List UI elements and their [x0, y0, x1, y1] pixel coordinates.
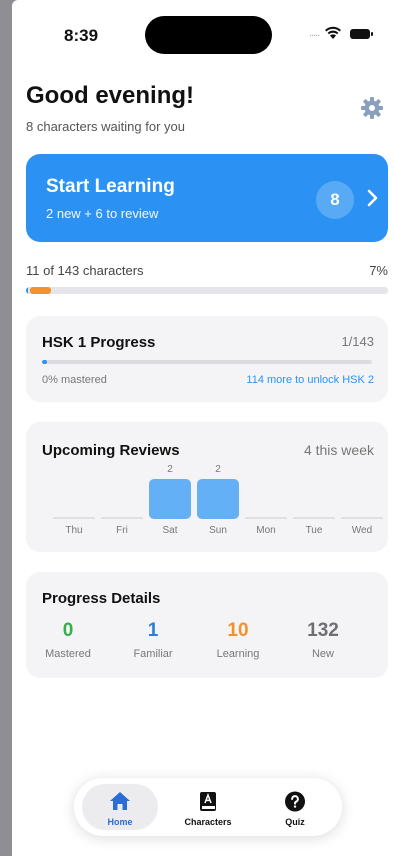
- hsk-unlock-link[interactable]: 114 more to unlock HSK 2: [246, 374, 374, 386]
- overall-progress-learning-fill: [30, 287, 51, 294]
- review-day-label: Wed: [351, 525, 373, 536]
- overall-progress-mastered-fill: [26, 287, 28, 294]
- tab-characters[interactable]: Characters: [170, 784, 246, 830]
- review-day-bar: [197, 479, 239, 519]
- start-learning-subtitle: 2 new + 6 to review: [46, 206, 159, 221]
- review-day-column: Mon: [244, 462, 288, 548]
- tab-home[interactable]: Home: [82, 784, 158, 830]
- upcoming-reviews-title: Upcoming Reviews: [42, 442, 180, 459]
- review-day-column: Fri: [100, 462, 144, 548]
- review-day-baseline: [53, 517, 95, 519]
- hsk-progress-fill: [42, 360, 47, 364]
- review-day-label: Sun: [209, 525, 227, 536]
- stat-familiar: 1 Familiar: [117, 620, 189, 660]
- review-day-label: Thu: [65, 525, 83, 536]
- home-icon: [110, 792, 130, 810]
- tab-home-label: Home: [107, 817, 133, 827]
- overall-progress-percent: 7%: [369, 263, 388, 278]
- start-learning-button[interactable]: Start Learning 2 new + 6 to review 8: [26, 154, 388, 242]
- greeting-title: Good evening!: [26, 82, 194, 109]
- stat-mastered: 0 Mastered: [32, 620, 104, 660]
- review-day-count: 2: [215, 464, 221, 475]
- review-day-baseline: [245, 517, 287, 519]
- due-count-badge: 8: [316, 181, 354, 219]
- dynamic-island: [145, 16, 272, 54]
- status-time: 8:39: [64, 26, 99, 45]
- overall-progress-bar: [26, 287, 388, 294]
- review-day-baseline: [101, 517, 143, 519]
- review-day-column: 2 Sat: [148, 462, 192, 548]
- status-bar: 8:39 .....: [12, 0, 395, 62]
- review-day-column: Tue: [292, 462, 336, 548]
- review-day-label: Mon: [256, 525, 276, 536]
- book-icon: [200, 792, 216, 811]
- progress-details-card: Progress Details 0 Mastered 1 Familiar 10 Lea…: [26, 572, 388, 678]
- stat-value: 10: [227, 620, 249, 641]
- signal-icon: .....: [309, 27, 320, 39]
- review-day-column: 2 Sun: [196, 462, 240, 548]
- tab-characters-label: Characters: [184, 817, 232, 827]
- hsk-progress-title: HSK 1 Progress: [42, 334, 156, 351]
- wifi-icon: [325, 26, 341, 39]
- hsk-progress-card[interactable]: HSK 1 Progress 1/143 0% mastered 114 mor…: [26, 316, 388, 402]
- review-day-bar: [149, 479, 191, 519]
- chevron-right-icon: [367, 189, 378, 207]
- progress-details-title: Progress Details: [42, 590, 161, 607]
- stat-label: New: [311, 648, 334, 660]
- review-day-baseline: [341, 517, 383, 519]
- stat-new: 132 New: [287, 620, 359, 660]
- stat-label: Familiar: [133, 648, 173, 660]
- upcoming-reviews-count: 4 this week: [303, 442, 374, 458]
- overall-progress-label: 11 of 143 characters: [26, 263, 144, 278]
- review-day-label: Sat: [162, 525, 178, 536]
- hsk-mastered-text: 0% mastered: [42, 374, 107, 386]
- gear-icon[interactable]: [360, 96, 384, 120]
- stat-value: 1: [147, 620, 159, 641]
- tab-quiz[interactable]: Quiz: [257, 784, 333, 830]
- tab-bar: Home Characters Quiz: [74, 778, 342, 836]
- stat-value: 132: [307, 620, 339, 641]
- battery-icon: [350, 29, 373, 39]
- stat-label: Learning: [216, 648, 260, 660]
- stat-label: Mastered: [45, 648, 91, 660]
- stat-value: 0: [62, 620, 74, 641]
- review-day-baseline: [293, 517, 335, 519]
- app-screen: 8:39 ..... Good evening! 8 characters wa…: [12, 0, 395, 856]
- review-day-label: Fri: [116, 525, 128, 536]
- hsk-progress-bar: [42, 360, 372, 364]
- stat-learning: 10 Learning: [202, 620, 274, 660]
- review-day-label: Tue: [305, 525, 323, 536]
- tab-quiz-label: Quiz: [285, 817, 305, 827]
- question-icon: [285, 791, 305, 812]
- review-day-column: Thu: [52, 462, 96, 548]
- review-day-count: 2: [167, 464, 173, 475]
- review-day-column: Wed: [340, 462, 384, 548]
- hsk-progress-count: 1/143: [341, 334, 374, 349]
- upcoming-reviews-card: Upcoming Reviews 4 this week Thu Fri 2 Sat 2…: [26, 422, 388, 552]
- start-learning-title: Start Learning: [46, 176, 175, 197]
- greeting-subtitle: 8 characters waiting for you: [26, 119, 185, 134]
